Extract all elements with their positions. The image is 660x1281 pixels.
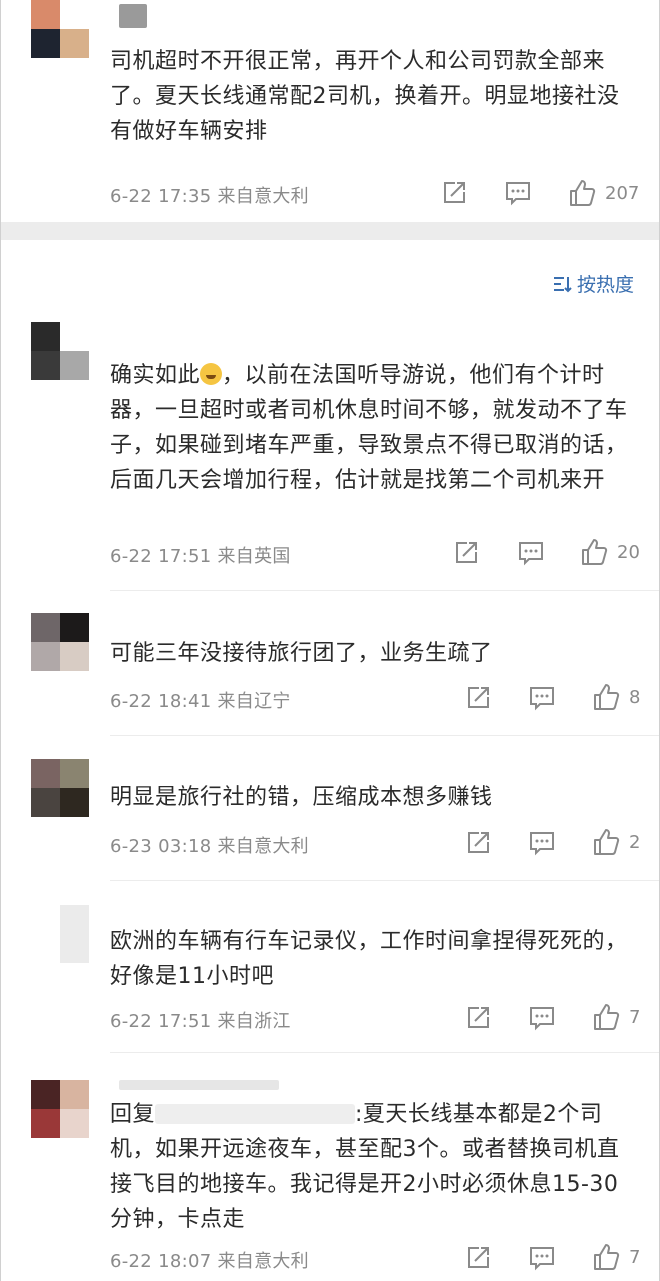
avatar-tile — [60, 0, 89, 29]
avatar-tile — [31, 351, 60, 380]
sort-label: 按热度 — [576, 274, 634, 296]
section-divider — [1, 222, 659, 240]
avatar-tile — [31, 322, 60, 351]
like-button[interactable]: 20 — [579, 537, 640, 567]
comment-text: 欧洲的车辆有行车记录仪，工作时间拿捏得死死的，好像是11小时吧 — [110, 929, 628, 989]
comment-text: 确实如此 ，以前在法国听导游说，他们有个计时器，一旦超时或者司机休息时间不够，就发… — [110, 358, 640, 498]
avatar-tile — [60, 351, 89, 380]
thumbs-up-icon — [594, 829, 620, 855]
comment-text: 可能三年没接待旅行团了，业务生疏了 — [110, 641, 493, 666]
comment-icon — [530, 1007, 554, 1031]
comment-text: 回复:夏天长线基本都是2个司机，如果开远途夜车，甚至配3个。或者替换司机直接飞目… — [110, 1097, 640, 1237]
divider — [110, 735, 659, 736]
comment-button[interactable] — [517, 540, 545, 566]
divider — [110, 880, 659, 881]
share-icon — [468, 1007, 489, 1028]
username-blurred[interactable] — [119, 4, 147, 28]
avatar[interactable] — [31, 0, 89, 58]
thumbs-up-icon — [594, 1244, 620, 1270]
avatar-tile — [60, 613, 89, 642]
comment-button[interactable] — [504, 180, 532, 206]
thumbs-up-icon — [582, 539, 608, 565]
avatar-tile — [60, 642, 89, 671]
avatar-tile — [31, 934, 60, 963]
avatar-tile — [31, 788, 60, 817]
avatar-tile — [60, 905, 89, 934]
avatar-tile — [31, 0, 60, 29]
comment-icon — [530, 687, 554, 711]
comment-meta: 6-22 18:07 来自意大利 — [110, 1251, 309, 1272]
like-count: 7 — [629, 1006, 641, 1028]
share-button[interactable] — [465, 1005, 491, 1031]
avatar-tile — [31, 29, 60, 58]
avatar[interactable] — [31, 759, 89, 817]
thumbs-up-icon — [594, 1004, 620, 1030]
avatar-tile — [60, 934, 89, 963]
comment-button[interactable] — [528, 685, 556, 711]
comment-icon — [530, 832, 554, 856]
avatar-tile — [31, 642, 60, 671]
share-icon — [468, 687, 489, 708]
avatar-tile — [31, 1080, 60, 1109]
comment-text-start: 确实如此 — [110, 363, 201, 388]
share-button[interactable] — [465, 830, 491, 856]
like-count: 2 — [629, 831, 641, 853]
share-icon — [444, 182, 465, 203]
avatar-tile — [31, 613, 60, 642]
like-button[interactable]: 7 — [591, 1002, 640, 1032]
sort-icon — [553, 276, 572, 292]
mentioned-user-blurred[interactable] — [155, 1104, 356, 1124]
comment-icon — [506, 182, 530, 206]
avatar[interactable] — [31, 1080, 89, 1138]
comment-button[interactable] — [528, 830, 556, 856]
comment-icon — [519, 542, 543, 566]
share-icon — [456, 542, 477, 563]
avatar-tile — [60, 759, 89, 788]
laughing-emoji-icon — [200, 363, 223, 385]
comment-meta: 6-22 17:35 来自意大利 — [110, 186, 309, 207]
comment-meta: 6-22 17:51 来自浙江 — [110, 1011, 291, 1032]
comment-icon — [530, 1247, 554, 1271]
avatar[interactable] — [31, 905, 89, 963]
like-count: 7 — [629, 1246, 641, 1268]
comment-button[interactable] — [528, 1005, 556, 1031]
avatar-tile — [60, 1080, 89, 1109]
share-button[interactable] — [465, 1245, 491, 1271]
like-count: 8 — [629, 686, 641, 708]
like-button[interactable]: 207 — [567, 178, 639, 208]
comment-meta: 6-22 18:41 来自辽宁 — [110, 691, 291, 712]
avatar-tile — [31, 905, 60, 934]
username-blurred[interactable] — [119, 1080, 279, 1090]
avatar-tile — [31, 1109, 60, 1138]
comment-button[interactable] — [528, 1245, 556, 1271]
thumbs-up-icon — [570, 180, 596, 206]
divider — [110, 590, 659, 591]
like-button[interactable]: 8 — [591, 682, 640, 712]
avatar-tile — [60, 788, 89, 817]
reply-prefix: 回复 — [110, 1102, 156, 1127]
avatar[interactable] — [31, 613, 89, 671]
like-count: 207 — [605, 182, 640, 204]
avatar-tile — [60, 1109, 89, 1138]
thumbs-up-icon — [594, 684, 620, 710]
avatar-tile — [60, 322, 89, 351]
comment-text: 司机超时不开很正常，再开个人和公司罚款全部来了。夏天长线通常配2司机，换着开。明… — [110, 49, 620, 144]
like-button[interactable]: 7 — [591, 1242, 640, 1272]
sort-by-hot-button[interactable]: 按热度 — [553, 270, 634, 297]
avatar-tile — [31, 759, 60, 788]
divider — [110, 1052, 659, 1053]
like-count: 20 — [617, 541, 640, 563]
share-icon — [468, 1247, 489, 1268]
share-button[interactable] — [453, 540, 479, 566]
comment-text: 明显是旅行社的错，压缩成本想多赚钱 — [110, 785, 493, 810]
like-button[interactable]: 2 — [591, 827, 640, 857]
share-button[interactable] — [465, 685, 491, 711]
share-button[interactable] — [441, 180, 467, 206]
share-icon — [468, 832, 489, 853]
comment-meta: 6-23 03:18 来自意大利 — [110, 836, 309, 857]
avatar-tile — [60, 29, 89, 58]
avatar[interactable] — [31, 322, 89, 380]
comment-meta: 6-22 17:51 来自英国 — [110, 546, 291, 567]
